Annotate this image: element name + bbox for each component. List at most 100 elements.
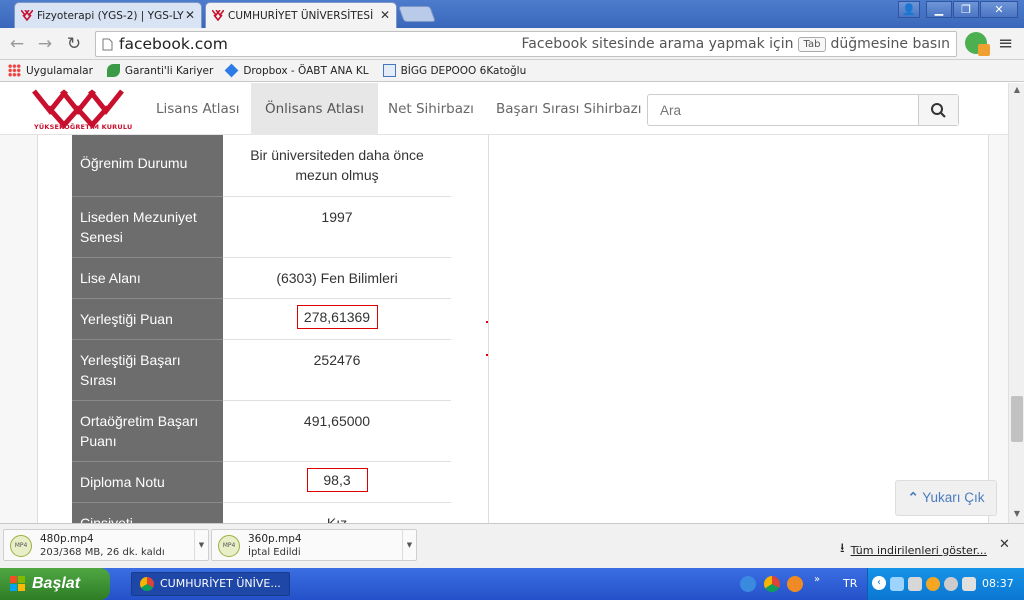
row-label: Yerleştiği Başarı Sırası xyxy=(72,339,223,401)
bookmark-page-icon xyxy=(382,64,396,77)
taskbar-window-button[interactable]: CUMHURİYET ÜNİVE... xyxy=(131,572,290,596)
show-all-downloads-link[interactable]: ⭳ Tüm indirilenleri göster... xyxy=(840,539,987,561)
download-shelf: MP4 480p.mp4 203/368 MB, 26 dk. kaldı ▼ … xyxy=(0,523,1024,568)
close-tab-icon[interactable]: ✕ xyxy=(185,8,195,22)
forward-arrow-icon[interactable]: → xyxy=(34,33,56,55)
clock[interactable]: 08:37 xyxy=(982,577,1014,590)
bookmark-garanti[interactable]: Garanti'li Kariyer xyxy=(106,64,213,77)
page-scrollbar[interactable]: ▲ ▼ xyxy=(1008,83,1024,523)
scrollbar-thumb[interactable] xyxy=(1011,396,1023,442)
table-row: Cinsiyeti Kız xyxy=(72,502,451,523)
row-value: (6303) Fen Bilimleri xyxy=(223,257,451,299)
tab-strip: Fizyoterapi (YGS-2) | YGS-LY ✕ CUMHURİYE… xyxy=(0,0,1024,28)
mp4-file-icon: MP4 xyxy=(10,535,32,557)
tab-fizyoterapi[interactable]: Fizyoterapi (YGS-2) | YGS-LY ✕ xyxy=(14,2,202,28)
language-indicator[interactable]: TR xyxy=(843,577,857,590)
close-window-button[interactable]: ✕ xyxy=(980,1,1018,18)
chrome-quicklaunch-icon[interactable] xyxy=(764,576,780,592)
row-label: Diploma Notu xyxy=(72,461,223,503)
row-label: Cinsiyeti xyxy=(72,502,223,523)
close-download-shelf-icon[interactable]: ✕ xyxy=(999,537,1010,552)
new-tab-button[interactable] xyxy=(398,6,436,22)
maximize-button[interactable]: ❐ xyxy=(953,1,979,18)
scroll-down-arrow-icon[interactable]: ▼ xyxy=(1009,507,1024,521)
scroll-up-arrow-icon[interactable]: ▲ xyxy=(1009,83,1024,97)
bookmark-apps[interactable]: Uygulamalar xyxy=(8,64,93,77)
bookmark-label: Dropbox - ÖABT ANA KL xyxy=(243,64,369,77)
highlighted-value: 98,3 xyxy=(306,467,368,492)
close-tab-icon[interactable]: ✕ xyxy=(380,8,390,22)
row-value: 1997 xyxy=(223,196,451,258)
table-row: Lise Alanı (6303) Fen Bilimleri xyxy=(72,257,451,299)
search-button[interactable] xyxy=(918,95,958,125)
network-icon[interactable] xyxy=(908,577,922,591)
taskbar: Başlat CUMHURİYET ÜNİVE... » TR ‹ 08:37 xyxy=(0,568,1024,600)
row-label: Öğrenim Durumu xyxy=(72,135,223,197)
search-icon xyxy=(931,103,946,118)
omnibox-hint: Facebook sitesinde arama yapmak için Tab… xyxy=(522,36,950,52)
tab-title: CUMHURİYET ÜNİVERSİTESİ xyxy=(228,9,374,22)
nav-onlisans-atlasi[interactable]: Önlisans Atlası xyxy=(251,83,378,135)
row-value-cell: 98,3 xyxy=(223,461,451,503)
row-label: Ortaöğretim Başarı Puanı xyxy=(72,400,223,462)
bookmark-label: BİGG DEPOOO 6Katoğlu xyxy=(400,64,527,77)
apps-grid-icon xyxy=(8,64,21,77)
page-viewport: YÜKSEKÖĞRETİM KURULU Lisans Atlası Önlis… xyxy=(0,83,1008,523)
back-arrow-icon[interactable]: ← xyxy=(6,33,28,55)
chrome-icon xyxy=(140,577,154,591)
taskbar-window-label: CUMHURİYET ÜNİVE... xyxy=(160,577,281,590)
row-value: Kız xyxy=(223,502,451,523)
app-tray-icon[interactable] xyxy=(926,577,940,591)
scroll-to-top-button[interactable]: ⌃ Yukarı Çık xyxy=(895,480,997,516)
table-row: Diploma Notu 98,3 xyxy=(72,461,451,503)
chevron-up-icon: ⌃ xyxy=(907,490,919,505)
logo-text: YÜKSEKÖĞRETİM KURULU xyxy=(34,123,133,131)
quicklaunch-expand-icon[interactable]: » xyxy=(814,574,820,585)
table-row: Liseden Mezuniyet Senesi 1997 xyxy=(72,196,451,258)
extension-badge-icon xyxy=(978,44,990,56)
windows-flag-icon xyxy=(10,576,25,591)
tab-key-label: Tab xyxy=(797,36,827,52)
download-filename: 480p.mp4 xyxy=(40,533,94,545)
tab-cumhuriyet[interactable]: CUMHURİYET ÜNİVERSİTESİ ✕ xyxy=(205,2,397,28)
chevron-down-icon[interactable]: ▼ xyxy=(194,530,208,560)
address-bar[interactable]: facebook.com Facebook sitesinde arama ya… xyxy=(95,31,957,57)
tray-expand-icon[interactable]: ‹ xyxy=(872,576,886,590)
yok-favicon-icon xyxy=(21,10,33,21)
row-value-cell: 278,61369 xyxy=(223,298,451,340)
mp4-file-icon: MP4 xyxy=(218,535,240,557)
search-input[interactable] xyxy=(648,95,920,125)
download-filename: 360p.mp4 xyxy=(248,533,302,545)
row-value: 252476 xyxy=(223,339,451,401)
show-all-label: Tüm indirilenleri göster... xyxy=(850,543,987,557)
table-row: Yerleştiği Başarı Sırası 252476 xyxy=(72,339,451,401)
row-label: Liseden Mezuniyet Senesi xyxy=(72,196,223,258)
ie-icon[interactable] xyxy=(740,576,756,592)
profile-icon[interactable]: 👤 xyxy=(898,1,920,18)
bookmark-label: Uygulamalar xyxy=(26,64,93,77)
security-icon[interactable] xyxy=(944,577,958,591)
download-item[interactable]: MP4 360p.mp4 İptal Edildi ▼ xyxy=(211,529,417,561)
download-item[interactable]: MP4 480p.mp4 203/368 MB, 26 dk. kaldı ▼ xyxy=(3,529,209,561)
chevron-down-icon[interactable]: ▼ xyxy=(402,530,416,560)
row-value: Bir üniversiteden daha önce mezun olmuş xyxy=(223,135,451,197)
yok-favicon-icon xyxy=(212,10,224,21)
bluetooth-icon[interactable] xyxy=(890,577,904,591)
chrome-menu-icon[interactable]: ≡ xyxy=(998,33,1013,54)
url-text: facebook.com xyxy=(119,35,228,53)
row-label: Lise Alanı xyxy=(72,257,223,299)
bookmark-dropbox[interactable]: Dropbox - ÖABT ANA KL xyxy=(224,63,369,78)
start-button[interactable]: Başlat xyxy=(0,568,110,600)
bookmark-bigg[interactable]: BİGG DEPOOO 6Katoğlu xyxy=(382,64,527,77)
nav-lisans-atlasi[interactable]: Lisans Atlası xyxy=(142,83,254,135)
nav-basari-sirasi-sihirbazi[interactable]: Başarı Sırası Sihirbazı xyxy=(482,83,656,135)
minimize-button[interactable]: ▁ xyxy=(926,1,952,18)
table-row: Yerleştiği Puan 278,61369 xyxy=(72,298,451,340)
volume-icon[interactable] xyxy=(962,577,976,591)
nav-net-sihirbazi[interactable]: Net Sihirbazı xyxy=(374,83,488,135)
site-header: YÜKSEKÖĞRETİM KURULU Lisans Atlası Önlis… xyxy=(0,83,1008,135)
row-value: 491,65000 xyxy=(223,400,451,462)
firefox-icon[interactable] xyxy=(787,576,803,592)
reload-icon[interactable]: ↻ xyxy=(63,33,85,55)
search-box xyxy=(647,94,959,126)
